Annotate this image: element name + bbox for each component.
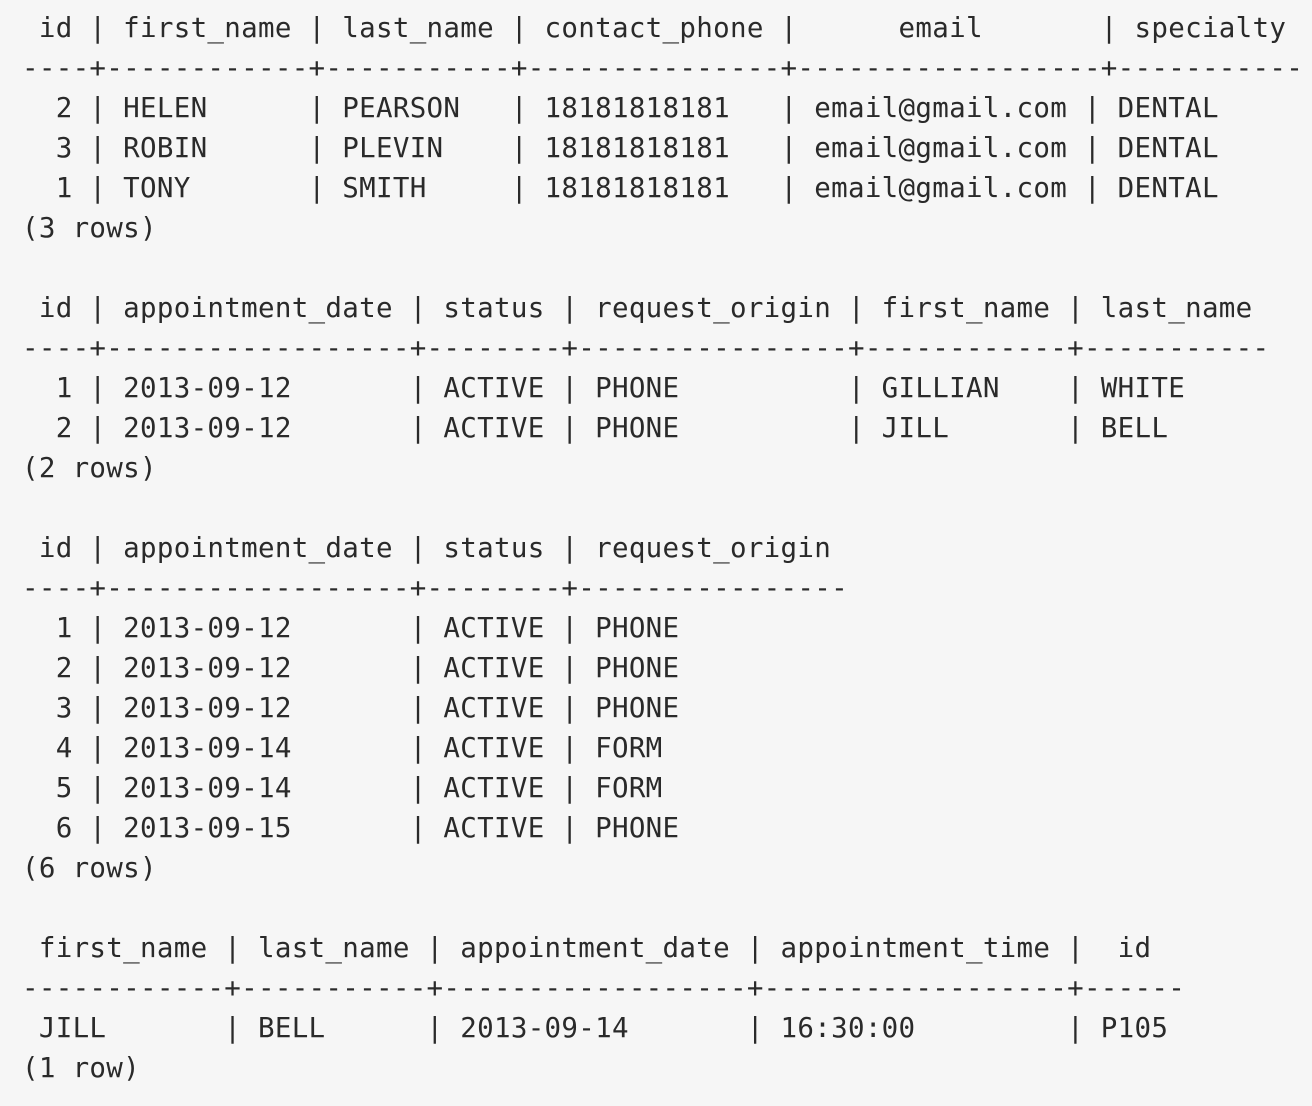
row-count: (1 row) bbox=[22, 1052, 140, 1084]
table-row: 5 | 2013-09-14 | ACTIVE | FORM bbox=[22, 772, 663, 804]
table-row: 3 | 2013-09-12 | ACTIVE | PHONE bbox=[22, 692, 680, 724]
table-separator: ----+------------+-----------+----------… bbox=[22, 52, 1304, 84]
table-header: first_name | last_name | appointment_dat… bbox=[22, 932, 1152, 964]
table-row: 4 | 2013-09-14 | ACTIVE | FORM bbox=[22, 732, 663, 764]
table-row: 1 | 2013-09-12 | ACTIVE | PHONE | GILLIA… bbox=[22, 372, 1186, 404]
table-row: 1 | 2013-09-12 | ACTIVE | PHONE bbox=[22, 612, 680, 644]
table-row: 6 | 2013-09-15 | ACTIVE | PHONE bbox=[22, 812, 680, 844]
table-header: id | appointment_date | status | request… bbox=[22, 292, 1253, 324]
table-row: 3 | ROBIN | PLEVIN | 18181818181 | email… bbox=[22, 132, 1219, 164]
row-count: (6 rows) bbox=[22, 852, 157, 884]
table-row: 2 | HELEN | PEARSON | 18181818181 | emai… bbox=[22, 92, 1219, 124]
table-separator: ------------+-----------+---------------… bbox=[22, 972, 1186, 1004]
table-row: 2 | 2013-09-12 | ACTIVE | PHONE bbox=[22, 652, 680, 684]
table-row: 1 | TONY | SMITH | 18181818181 | email@g… bbox=[22, 172, 1219, 204]
table-row: JILL | BELL | 2013-09-14 | 16:30:00 | P1… bbox=[22, 1012, 1169, 1044]
row-count: (2 rows) bbox=[22, 452, 157, 484]
table-header: id | appointment_date | status | request… bbox=[22, 532, 832, 564]
terminal-output: id | first_name | last_name | contact_ph… bbox=[0, 0, 1312, 1106]
table-row: 2 | 2013-09-12 | ACTIVE | PHONE | JILL |… bbox=[22, 412, 1169, 444]
table-separator: ----+------------------+--------+-------… bbox=[22, 332, 1270, 364]
table-header: id | first_name | last_name | contact_ph… bbox=[22, 12, 1287, 44]
row-count: (3 rows) bbox=[22, 212, 157, 244]
table-separator: ----+------------------+--------+-------… bbox=[22, 572, 848, 604]
